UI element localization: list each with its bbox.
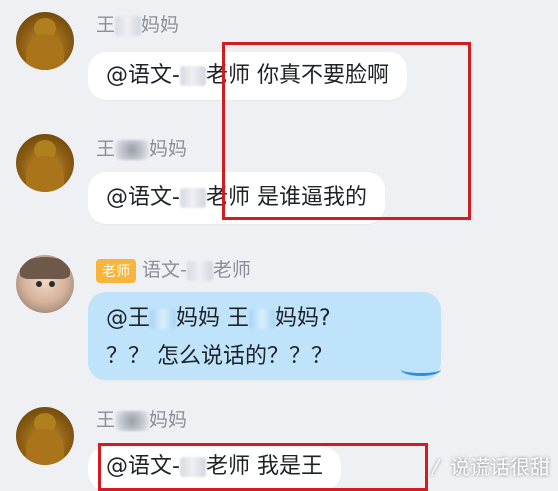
watermark-text: 说谎话很甜 [450, 455, 550, 479]
sender-name-suffix: 妈妈 [149, 409, 188, 431]
message-row: 老师 语文- 老师 @王 妈妈 王妈妈? ？？ 怎么说话的？？？ [0, 245, 558, 390]
censor-mosaic [115, 139, 150, 160]
avatar[interactable] [16, 407, 74, 465]
message-text-prefix: @语文- [106, 185, 180, 210]
message-line: @王 妈妈 王妈妈? [106, 300, 423, 338]
censor-mosaic [186, 260, 213, 281]
message-text-prefix: @语文- [106, 63, 180, 88]
avatar-eye [36, 281, 42, 287]
watermark-icon: 〳 [428, 458, 446, 479]
sender-name-prefix: 王 [96, 138, 116, 160]
teacher-badge: 老师 [96, 258, 136, 283]
censor-mosaic [115, 410, 150, 431]
sender-name-suffix: 妈妈 [141, 14, 180, 36]
sender-name-prefix: 王 [96, 409, 116, 431]
censor-mosaic [150, 309, 177, 329]
avatar[interactable] [16, 255, 74, 313]
sender-name: 王 妈妈 [96, 405, 187, 432]
watermark: 〳说谎话很甜 [428, 451, 550, 480]
sender-name-prefix: 王 [96, 14, 116, 36]
bubble-decoration [401, 363, 441, 376]
sender-name-suffix: 妈妈 [149, 138, 188, 160]
avatar-eye [49, 281, 55, 287]
avatar-figure-body [26, 429, 64, 465]
sender-name: 王 妈妈 [96, 134, 187, 161]
censor-mosaic [115, 15, 142, 36]
message-line: ？？ 怎么说话的？？？ [106, 344, 333, 369]
message-text: @王 [106, 306, 151, 331]
message-bubble[interactable]: @王 妈妈 王妈妈? ？？ 怎么说话的？？？ [88, 292, 441, 380]
message-text: 妈妈? [275, 306, 331, 331]
avatar-hair [20, 257, 70, 279]
highlight-box [222, 42, 471, 220]
message-text: 妈妈 王 [176, 306, 250, 331]
avatar-figure-body [26, 34, 64, 70]
avatar[interactable] [16, 12, 74, 70]
sender-name: 王 妈妈 [96, 10, 179, 37]
censor-mosaic [179, 66, 206, 86]
avatar[interactable] [16, 134, 74, 192]
censor-mosaic [249, 309, 276, 329]
sender-name-suffix: 老师 [212, 259, 251, 281]
sender-name-prefix: 语文- [142, 259, 187, 281]
sender-name: 老师 语文- 老师 [96, 255, 251, 283]
censor-mosaic [179, 188, 206, 208]
avatar-figure-body [26, 156, 64, 192]
